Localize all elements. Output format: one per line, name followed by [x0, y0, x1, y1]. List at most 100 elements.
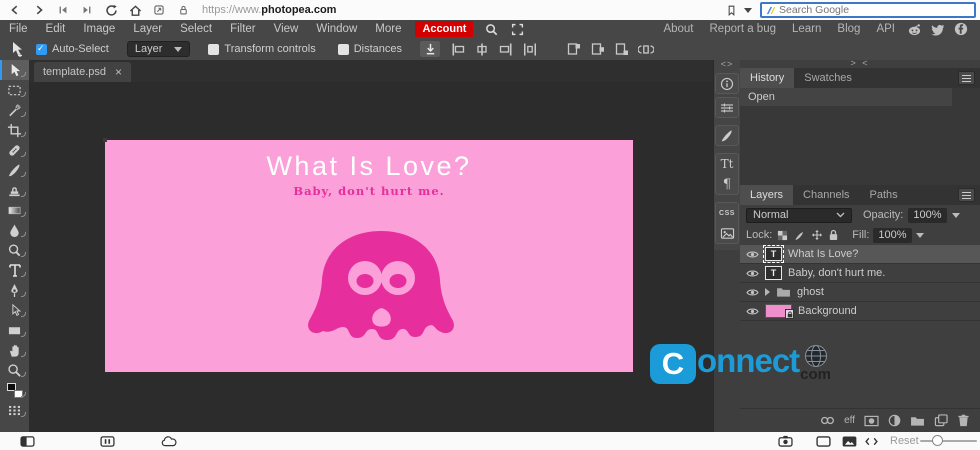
brush-tool[interactable]	[0, 160, 29, 180]
menu-more[interactable]: More	[366, 23, 410, 35]
window-icon[interactable]	[814, 434, 832, 448]
gradient-tool[interactable]	[0, 200, 29, 220]
link-report-a-bug[interactable]: Report a bug	[702, 23, 785, 35]
lock-icon[interactable]	[174, 3, 192, 17]
dodge-tool[interactable]	[0, 240, 29, 260]
clone-stamp-tool[interactable]	[0, 180, 29, 200]
delete-layer-icon[interactable]	[957, 414, 970, 427]
zoom-tool[interactable]	[0, 360, 29, 380]
blend-mode-select[interactable]: Normal	[746, 207, 852, 223]
zoom-slider-knob[interactable]	[932, 435, 944, 446]
brush-panel-icon[interactable]	[715, 125, 739, 146]
layer-row[interactable]: Background	[740, 302, 980, 321]
menu-window[interactable]: Window	[307, 23, 366, 35]
reset-button[interactable]: Reset	[890, 435, 919, 447]
forward-icon[interactable]	[30, 3, 48, 17]
adjust-icon[interactable]	[715, 97, 739, 118]
link-about[interactable]: About	[655, 23, 701, 35]
search-input[interactable]	[776, 4, 971, 16]
link-layers-icon[interactable]	[820, 416, 835, 425]
character-panel-icon[interactable]: Tt	[716, 154, 738, 174]
color-swatches[interactable]	[0, 380, 29, 400]
menu-image[interactable]: Image	[74, 23, 124, 35]
fullscreen-icon[interactable]	[507, 21, 527, 37]
menu-filter[interactable]: Filter	[221, 23, 265, 35]
browser-search-box[interactable]	[760, 2, 976, 18]
lock-position-icon[interactable]	[810, 229, 823, 241]
zoom-slider[interactable]	[920, 435, 977, 446]
expand-caret-icon[interactable]	[765, 288, 770, 296]
tab-paths[interactable]: Paths	[860, 185, 908, 205]
background-color[interactable]	[13, 389, 23, 398]
bookmark-icon[interactable]	[722, 3, 740, 17]
skip-forward-icon[interactable]	[78, 3, 96, 17]
panel-menu-icon[interactable]	[958, 71, 975, 85]
panel-collapse-toggle[interactable]: > <	[740, 59, 980, 68]
distribute-h-icon[interactable]	[520, 41, 540, 57]
link-blog[interactable]: Blog	[829, 23, 868, 35]
visibility-eye-icon[interactable]	[746, 250, 759, 259]
adjustment-layer-icon[interactable]	[888, 414, 901, 427]
align-middle-icon[interactable]	[588, 41, 608, 57]
columns-icon[interactable]	[98, 434, 116, 448]
tab-history[interactable]: History	[740, 68, 795, 88]
magic-wand-tool[interactable]	[0, 100, 29, 120]
menu-select[interactable]: Select	[171, 23, 221, 35]
link-learn[interactable]: Learn	[784, 23, 829, 35]
rect-shape-tool[interactable]	[0, 320, 29, 340]
pen-tool[interactable]	[0, 280, 29, 300]
panel-menu-icon[interactable]	[958, 188, 975, 202]
fill-scrubber-icon[interactable]	[915, 232, 924, 238]
background-layer-thumbnail[interactable]	[765, 304, 794, 319]
lock-pixels-icon[interactable]	[793, 229, 806, 241]
align-bottom-icon[interactable]	[612, 41, 632, 57]
home-icon[interactable]	[126, 3, 144, 17]
commit-icon[interactable]	[420, 41, 440, 57]
history-entry[interactable]: Open	[740, 88, 952, 106]
add-mask-icon[interactable]	[864, 415, 879, 427]
text-layer-thumbnail[interactable]: T	[765, 266, 782, 280]
align-top-icon[interactable]	[564, 41, 584, 57]
align-right-icon[interactable]	[496, 41, 516, 57]
move-tool[interactable]	[0, 60, 29, 80]
strip-collapse-toggle[interactable]: <>	[721, 60, 734, 70]
menu-edit[interactable]: Edit	[37, 23, 75, 35]
search-icon[interactable]	[481, 21, 501, 37]
tab-swatches[interactable]: Swatches	[794, 68, 862, 88]
back-icon[interactable]	[6, 3, 24, 17]
layer-effects-button[interactable]: eff	[844, 415, 855, 426]
rect-select-tool[interactable]	[0, 80, 29, 100]
css-panel-icon[interactable]: CSS	[716, 203, 738, 223]
opacity-scrubber-icon[interactable]	[951, 212, 960, 218]
healing-brush-tool[interactable]	[0, 140, 29, 160]
link-api[interactable]: API	[868, 23, 903, 35]
visibility-eye-icon[interactable]	[746, 269, 759, 278]
page-action-icon[interactable]	[150, 3, 168, 17]
hand-tool[interactable]	[0, 340, 29, 360]
visibility-eye-icon[interactable]	[746, 307, 759, 316]
address-url[interactable]: https://www.photopea.com	[202, 4, 336, 16]
cloud-icon[interactable]	[160, 434, 178, 448]
image-panel-icon[interactable]	[716, 223, 738, 243]
opacity-value[interactable]: 100%	[908, 207, 947, 223]
menu-layer[interactable]: Layer	[124, 23, 171, 35]
layer-row[interactable]: T What Is Love?	[740, 245, 980, 264]
type-tool[interactable]	[0, 260, 29, 280]
layer-row[interactable]: T Baby, don't hurt me.	[740, 264, 980, 283]
fill-value[interactable]: 100%	[873, 227, 912, 243]
close-icon[interactable]: ×	[115, 66, 122, 78]
distribute-v-icon[interactable]	[636, 41, 656, 57]
reload-icon[interactable]	[102, 3, 120, 17]
resize-arrows-icon[interactable]	[862, 434, 880, 448]
transform-controls-checkbox[interactable]	[208, 43, 220, 55]
target-select[interactable]: Layer	[126, 41, 191, 57]
sidebar-toggle-icon[interactable]	[18, 434, 36, 448]
account-button[interactable]: Account	[415, 21, 474, 37]
text-layer-thumbnail[interactable]: T	[763, 245, 784, 263]
lock-transparency-icon[interactable]	[776, 229, 789, 241]
auto-select-checkbox[interactable]	[36, 43, 47, 55]
tab-layers[interactable]: Layers	[740, 185, 794, 205]
camera-icon[interactable]	[776, 434, 794, 448]
caret-down-icon[interactable]	[744, 7, 752, 13]
visibility-eye-icon[interactable]	[746, 288, 759, 297]
